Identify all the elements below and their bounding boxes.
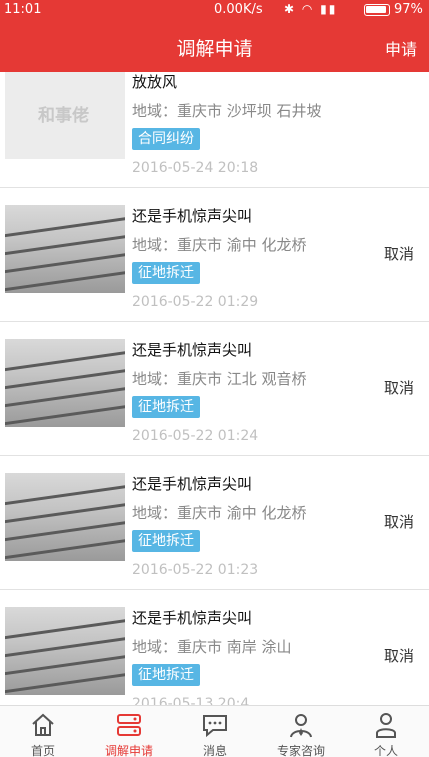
thumbnail-logo-text: 和事佬 — [38, 106, 89, 126]
item-tag: 征地拆迁 — [132, 664, 200, 686]
item-time: 2016-05-22 01:24 — [132, 428, 259, 444]
tab-mediation[interactable]: 调解申请 — [86, 706, 172, 757]
item-time: 2016-05-24 20:18 — [132, 160, 259, 176]
status-time: 11:01 — [4, 2, 42, 17]
chat-icon — [203, 715, 227, 738]
item-region: 地域：重庆市 江北 观音桥 — [132, 370, 307, 388]
tab-label: 个人 — [373, 744, 398, 757]
item-thumbnail: 和事佬 — [5, 72, 125, 159]
mediation-list[interactable]: 和事佬 放放风 地域：重庆市 沙坪坝 石井坡 合同纠纷 2016-05-24 2… — [0, 72, 429, 705]
item-thumbnail — [5, 339, 125, 427]
battery-percent: 97% — [394, 2, 423, 17]
status-bar: 11:01 0.00K/s ✱ ◠ ▮▮ 97% — [0, 0, 429, 20]
tab-expert[interactable]: 专家咨询 — [258, 706, 344, 757]
item-time: 2016-05-22 01:29 — [132, 294, 259, 310]
battery-icon — [364, 4, 390, 16]
home-icon — [32, 713, 54, 736]
item-region: 地域：重庆市 渝中 化龙桥 — [132, 236, 307, 254]
list-item[interactable]: 还是手机惊声尖叫 地域：重庆市 江北 观音桥 征地拆迁 2016-05-22 0… — [0, 322, 429, 456]
list-icon — [117, 714, 141, 736]
tab-label: 调解申请 — [104, 744, 153, 757]
item-title: 还是手机惊声尖叫 — [132, 341, 253, 359]
item-thumbnail — [5, 607, 125, 695]
cancel-button[interactable]: 取消 — [384, 511, 414, 532]
list-item[interactable]: 还是手机惊声尖叫 地域：重庆市 南岸 涂山 征地拆迁 2016-05-13 20… — [0, 590, 429, 705]
tab-home[interactable]: 首页 — [0, 706, 86, 757]
item-region: 地域：重庆市 渝中 化龙桥 — [132, 504, 307, 522]
list-item[interactable]: 还是手机惊声尖叫 地域：重庆市 渝中 化龙桥 征地拆迁 2016-05-22 0… — [0, 188, 429, 322]
cancel-button[interactable]: 取消 — [384, 243, 414, 264]
item-time: 2016-05-22 01:23 — [132, 562, 259, 578]
tab-personal[interactable]: 个人 — [343, 706, 429, 757]
person-icon — [376, 713, 396, 738]
item-tag: 征地拆迁 — [132, 530, 200, 552]
item-time: 2016-05-13 20:4 — [132, 696, 250, 705]
network-speed: 0.00K/s — [214, 2, 263, 17]
list-item[interactable]: 还是手机惊声尖叫 地域：重庆市 渝中 化龙桥 征地拆迁 2016-05-22 0… — [0, 456, 429, 590]
expert-icon — [290, 714, 312, 738]
item-thumbnail — [5, 205, 125, 293]
page-title: 调解申请 — [176, 38, 253, 60]
cancel-button[interactable]: 取消 — [384, 377, 414, 398]
tab-label: 专家咨询 — [276, 744, 325, 757]
tab-messages[interactable]: 消息 — [172, 706, 258, 757]
item-title: 还是手机惊声尖叫 — [132, 207, 253, 225]
item-title: 还是手机惊声尖叫 — [132, 475, 253, 493]
list-item[interactable]: 和事佬 放放风 地域：重庆市 沙坪坝 石井坡 合同纠纷 2016-05-24 2… — [0, 72, 429, 188]
cancel-button[interactable]: 取消 — [384, 645, 414, 666]
signal-icons: ✱ ◠ ▮▮ — [284, 2, 338, 16]
item-region: 地域：重庆市 沙坪坝 石井坡 — [132, 102, 322, 120]
tab-label: 首页 — [30, 744, 55, 757]
item-title: 还是手机惊声尖叫 — [132, 609, 253, 627]
apply-button[interactable]: 申请 — [385, 36, 417, 60]
bottom-tab-bar: 首页 调解申请 消息 专家咨询 个人 — [0, 705, 429, 757]
item-tag: 征地拆迁 — [132, 396, 200, 418]
item-tag: 合同纠纷 — [132, 128, 200, 150]
item-thumbnail — [5, 473, 125, 561]
item-title: 放放风 — [132, 73, 178, 91]
item-region: 地域：重庆市 南岸 涂山 — [132, 638, 292, 656]
app-bar: 调解申请 申请 — [0, 20, 429, 72]
tab-label: 消息 — [202, 744, 227, 757]
item-tag: 征地拆迁 — [132, 262, 200, 284]
